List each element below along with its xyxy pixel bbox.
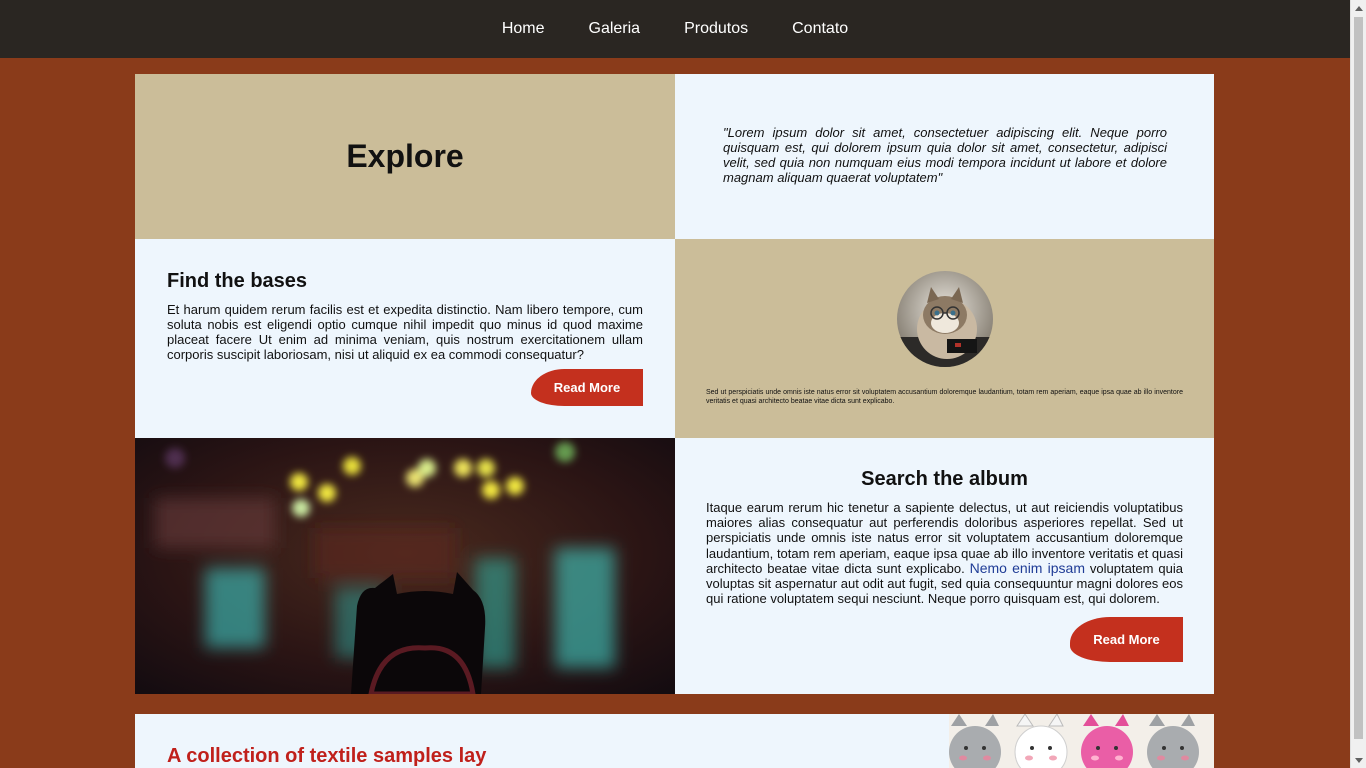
nav-home[interactable]: Home	[502, 20, 545, 38]
quote-panel: "Lorem ipsum dolor sit amet, consectetue…	[675, 74, 1214, 239]
textile-card: A collection of textile samples lay	[135, 714, 1214, 768]
search-album-title: Search the album	[861, 468, 1028, 490]
content-grid: Explore "Lorem ipsum dolor sit amet, con…	[135, 74, 1214, 694]
search-album-panel: Search the album Itaque earum rerum hic …	[675, 438, 1214, 694]
top-navbar: Home Galeria Produtos Contato	[0, 0, 1350, 58]
find-bases-title: Find the bases	[167, 270, 308, 292]
find-bases-text: Et harum quidem rerum facilis est et exp…	[167, 302, 643, 362]
bokeh-cat-photo	[135, 438, 675, 694]
vertical-scrollbar[interactable]	[1350, 0, 1366, 768]
explore-panel: Explore	[135, 74, 675, 239]
scroll-up-arrow-icon[interactable]	[1351, 0, 1366, 16]
scroll-down-arrow-icon[interactable]	[1351, 752, 1366, 768]
cat-avatar-image	[897, 271, 993, 367]
find-bases-read-more-button[interactable]: Read More	[531, 369, 643, 406]
search-album-read-more-button[interactable]: Read More	[1070, 617, 1183, 662]
find-bases-panel: Find the bases Et harum quidem rerum fac…	[135, 239, 675, 438]
cat-caption: Sed ut perspiciatis unde omnis iste natu…	[706, 389, 1183, 405]
album-inline-link[interactable]: Nemo enim ipsam	[970, 560, 1085, 576]
scrollbar-thumb[interactable]	[1354, 17, 1363, 739]
nav-contato[interactable]: Contato	[792, 20, 848, 38]
nav-galeria[interactable]: Galeria	[589, 20, 641, 38]
quote-text: "Lorem ipsum dolor sit amet, consectetue…	[723, 125, 1167, 185]
cat-pattern-image	[949, 714, 1214, 768]
cat-panel: Sed ut perspiciatis unde omnis iste natu…	[675, 239, 1214, 438]
explore-title: Explore	[346, 138, 464, 174]
search-album-text: Itaque earum rerum hic tenetur a sapient…	[706, 500, 1183, 606]
textile-card-title: A collection of textile samples lay	[167, 745, 487, 767]
nav-produtos[interactable]: Produtos	[684, 20, 748, 38]
